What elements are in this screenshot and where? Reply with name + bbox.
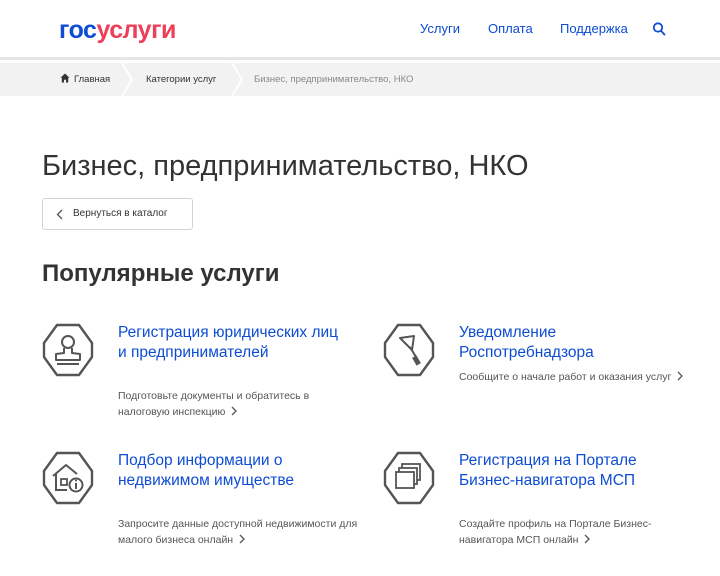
logo-text-uslugi: услуги [96,16,176,44]
gosuslugi-logo[interactable]: госуслуги [59,15,176,45]
chevron-right-icon [239,534,246,543]
logo-text-gos: гос [59,16,97,44]
service-description: Подготовьте документы и обратитесь в нал… [118,390,310,418]
service-description: Сообщите о начале работ и оказания услуг [459,371,672,383]
back-to-catalog-button[interactable]: Вернуться в каталог [42,198,193,230]
service-description: Создайте профиль на Портале Бизнес-навиг… [459,518,652,546]
popular-services-heading: Популярные услуги [42,260,280,287]
trowel-icon [383,323,435,377]
service-description: Запросите данные доступной недвижимости … [118,518,358,546]
house-info-icon [42,451,94,505]
layers-icon [383,451,435,505]
back-button-label: Вернуться в каталог [73,208,168,219]
nav-support-link[interactable]: Поддержка [560,20,628,38]
service-description-link[interactable]: Запросите данные доступной недвижимости … [118,517,358,548]
chevron-right-icon [585,534,591,543]
breadcrumb: Главная Категории услуг Бизнес, предприн… [0,63,720,96]
breadcrumb-categories[interactable]: Категории услуг [146,63,216,96]
breadcrumb-home-label: Главная [74,74,111,85]
service-description-link[interactable]: Подготовьте документы и обратитесь в нал… [118,389,358,420]
nav-payment-link[interactable]: Оплата [488,20,533,38]
home-icon [60,73,70,83]
breadcrumb-home[interactable]: Главная [60,63,110,96]
top-header: госуслуги Услуги Оплата Поддержка [0,0,720,60]
service-description-link[interactable]: Создайте профиль на Портале Бизнес-навиг… [459,517,699,548]
service-title-link[interactable]: Регистрация на Портале Бизнес-навигатора… [459,451,659,490]
service-title-link[interactable]: Регистрация юридических лиц и предприним… [118,323,348,362]
chevron-right-icon [677,371,684,381]
chevron-left-icon [56,209,63,220]
chevron-right-icon [231,406,238,415]
service-description-link[interactable]: Сообщите о начале работ и оказания услуг [459,370,699,386]
search-icon[interactable] [652,21,666,37]
breadcrumb-separator-icon [231,63,244,96]
service-title-link[interactable]: Уведомление Роспотребнадзора [459,323,679,362]
nav-services-link[interactable]: Услуги [420,20,460,38]
service-title-link[interactable]: Подбор информации о недвижимом имуществе [118,451,348,490]
breadcrumb-separator-icon [121,63,134,96]
page-title: Бизнес, предпринимательство, НКО [42,150,529,182]
breadcrumb-current: Бизнес, предпринимательство, НКО [254,74,414,85]
stamp-icon [42,323,94,377]
